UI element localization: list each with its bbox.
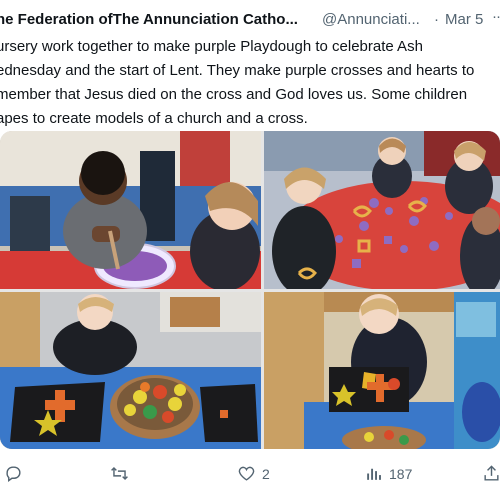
tweet-text: ursery work together to make purple Play… [0,38,475,127]
author-handle[interactable]: @Annunciati... [322,11,420,28]
like-count: 2 [262,465,270,482]
reply-icon [6,466,21,483]
post-date[interactable]: Mar 5 [445,11,483,28]
tweet-header: he Federation ofThe Annunciation Catho..… [0,8,500,30]
views-icon [367,468,381,480]
share-icon [484,465,499,481]
more-options-icon[interactable]: ··· [492,8,500,25]
heart-icon [238,466,255,481]
action-bar: 2 187 [0,460,500,490]
photo-red-table[interactable] [264,131,500,289]
photo-church-model[interactable] [264,292,500,449]
photo-shapes-basket[interactable] [0,292,261,449]
share-button[interactable] [482,464,500,483]
views-button[interactable]: 187 [364,464,412,483]
media-grid [0,131,500,449]
separator-dot: · [434,11,439,28]
views-count: 187 [389,465,413,482]
retweet-button[interactable] [110,464,135,483]
photo-mixing-playdough[interactable] [0,131,261,289]
like-button[interactable]: 2 [237,464,270,483]
retweet-icon [111,466,128,481]
reply-button[interactable] [4,464,29,483]
author-name[interactable]: he Federation ofThe Annunciation Catho..… [0,11,298,28]
